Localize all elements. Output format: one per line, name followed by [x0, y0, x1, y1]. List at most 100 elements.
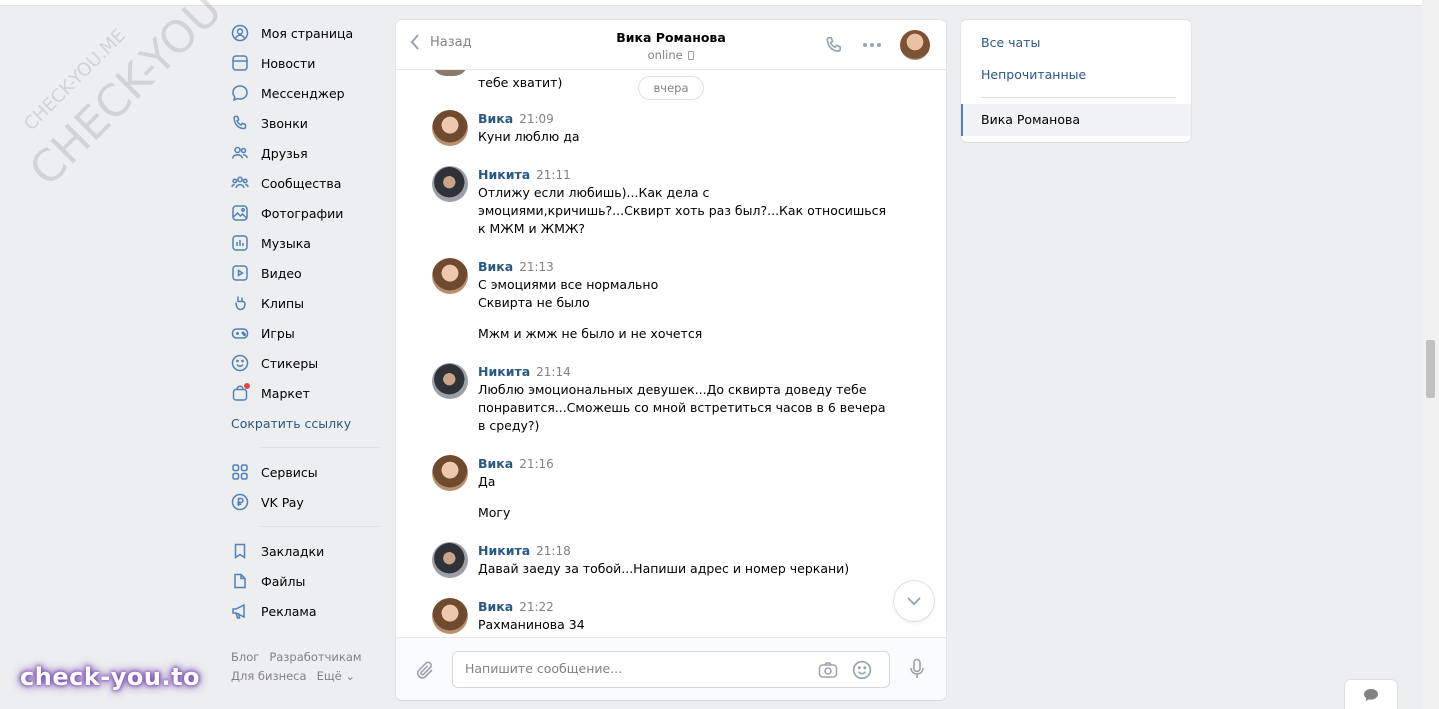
- message-text: Рахманинова 34: [478, 617, 585, 632]
- nav-label: VK Pay: [261, 494, 304, 510]
- avatar[interactable]: [432, 455, 468, 491]
- message-text: Люблю эмоциональных девушек...До сквирта…: [478, 382, 867, 397]
- message-composer: [396, 637, 946, 700]
- nav-label: Маркет: [261, 385, 310, 401]
- nav-label: Видео: [261, 265, 302, 281]
- message-author[interactable]: Вика: [478, 456, 513, 471]
- brand-watermark: check-you.to: [20, 663, 201, 691]
- message-time: 21:13: [519, 260, 554, 274]
- gamepad-icon: [231, 324, 249, 342]
- avatar[interactable]: [432, 598, 468, 634]
- nav-item-communities[interactable]: Сообщества: [231, 168, 381, 198]
- microphone-icon[interactable]: [908, 658, 926, 684]
- message-author[interactable]: Вика: [478, 259, 513, 274]
- message-text: понравится...Сможешь со мной встретиться…: [478, 400, 886, 415]
- active-chat-item[interactable]: Вика Романова: [961, 104, 1191, 136]
- message-time: 21:18: [536, 544, 571, 558]
- active-chat-label: Вика Романова: [981, 112, 1081, 127]
- mobile-icon: [688, 51, 695, 60]
- footer-business[interactable]: Для бизнеса: [231, 669, 307, 683]
- message-author[interactable]: Вика: [478, 599, 513, 614]
- top-bar: [0, 0, 1422, 6]
- video-icon: [231, 264, 249, 282]
- photo-icon: [231, 204, 249, 222]
- nav-item-calls[interactable]: Звонки: [231, 108, 381, 138]
- message-input[interactable]: [465, 661, 795, 676]
- message-text: тебе хватит): [478, 75, 563, 90]
- nav-item-my-page[interactable]: Моя страница: [231, 18, 381, 48]
- phone-icon: [231, 114, 249, 132]
- nav-item-messenger[interactable]: Мессенджер: [231, 78, 381, 108]
- nav-item-photos[interactable]: Фотографии: [231, 198, 381, 228]
- nav-label: Фотографии: [261, 205, 344, 221]
- nav-item-files[interactable]: Файлы: [231, 566, 381, 596]
- nav-item-market[interactable]: Маркет: [231, 378, 381, 408]
- nav-item-video[interactable]: Видео: [231, 258, 381, 288]
- more-icon[interactable]: [860, 33, 884, 57]
- nav-label: Музыка: [261, 235, 311, 251]
- nav-item-music[interactable]: Музыка: [231, 228, 381, 258]
- smile-icon: [231, 354, 249, 372]
- watermark-small: CHECK-YOU.ME: [20, 25, 130, 135]
- watermark-large: CHECK-YOU.ME: [20, 0, 220, 197]
- divider: [981, 97, 1176, 98]
- services-icon: [231, 463, 249, 481]
- camera-icon[interactable]: [817, 659, 839, 681]
- avatar: [432, 70, 468, 76]
- message-input-box: [452, 651, 890, 688]
- avatar[interactable]: [432, 363, 468, 399]
- message-time: 21:14: [536, 365, 571, 379]
- message-text: в среду?): [478, 418, 540, 433]
- avatar[interactable]: [432, 110, 468, 146]
- avatar[interactable]: [432, 258, 468, 294]
- bookmark-icon: [231, 542, 249, 560]
- avatar[interactable]: [900, 30, 930, 60]
- nav-item-stickers[interactable]: Стикеры: [231, 348, 381, 378]
- message-author[interactable]: Вика: [478, 111, 513, 126]
- notification-dot: [244, 383, 250, 389]
- nav-label: Игры: [261, 325, 295, 341]
- nav-label: Реклама: [261, 603, 317, 619]
- footer-blog[interactable]: Блог: [231, 650, 259, 664]
- nav-label: Звонки: [261, 115, 308, 131]
- footer-more[interactable]: Ещё ⌄: [317, 669, 355, 683]
- mini-chat-button[interactable]: [1345, 680, 1397, 709]
- nav-label: Клипы: [261, 295, 305, 311]
- nav-divider: [261, 447, 379, 448]
- message-author[interactable]: Никита: [478, 543, 530, 558]
- nav-item-vkpay[interactable]: VK Pay: [231, 487, 381, 517]
- smile-icon[interactable]: [851, 659, 873, 681]
- scroll-down-button[interactable]: [894, 581, 934, 621]
- message-time: 21:11: [536, 168, 571, 182]
- message-list[interactable]: тебе хватит) вчера Вика 21:09 Куни люблю …: [396, 70, 946, 637]
- message-text: эмоциями,кричишь?...Сквирт хоть раз был?…: [478, 203, 887, 218]
- scrollbar-thumb[interactable]: [1426, 340, 1435, 398]
- message-author[interactable]: Никита: [478, 167, 530, 182]
- nav-label: Файлы: [261, 573, 306, 589]
- nav-item-bookmarks[interactable]: Закладки: [231, 536, 381, 566]
- user-circle-icon: [231, 24, 249, 42]
- filter-unread[interactable]: Непрочитанные: [981, 67, 1086, 82]
- nav-item-games[interactable]: Игры: [231, 318, 381, 348]
- watermark: CHECK-YOU.ME CHECK-YOU.ME: [0, 0, 220, 320]
- shorten-link[interactable]: Сократить ссылку: [231, 408, 381, 438]
- footer-links: Блог Разработчикам Для бизнеса Ещё ⌄: [231, 648, 381, 686]
- phone-icon[interactable]: [822, 33, 846, 57]
- message-icon: [1364, 689, 1378, 701]
- nav-item-ads[interactable]: Реклама: [231, 596, 381, 626]
- nav-item-friends[interactable]: Друзья: [231, 138, 381, 168]
- paperclip-icon[interactable]: [416, 660, 436, 686]
- nav-item-clips[interactable]: Клипы: [231, 288, 381, 318]
- message-author[interactable]: Никита: [478, 364, 530, 379]
- message-text: С эмоциями все нормально: [478, 277, 659, 292]
- filter-all-chats[interactable]: Все чаты: [981, 35, 1040, 50]
- chat-header: Назад Вика Романова online: [396, 20, 946, 70]
- avatar[interactable]: [432, 166, 468, 202]
- footer-developers[interactable]: Разработчикам: [269, 650, 361, 664]
- avatar[interactable]: [432, 542, 468, 578]
- nav-label: Друзья: [261, 145, 308, 161]
- message-time: 21:09: [519, 112, 554, 126]
- nav-item-news[interactable]: Новости: [231, 48, 381, 78]
- nav-item-services[interactable]: Сервисы: [231, 457, 381, 487]
- nav-label: Сервисы: [261, 464, 318, 480]
